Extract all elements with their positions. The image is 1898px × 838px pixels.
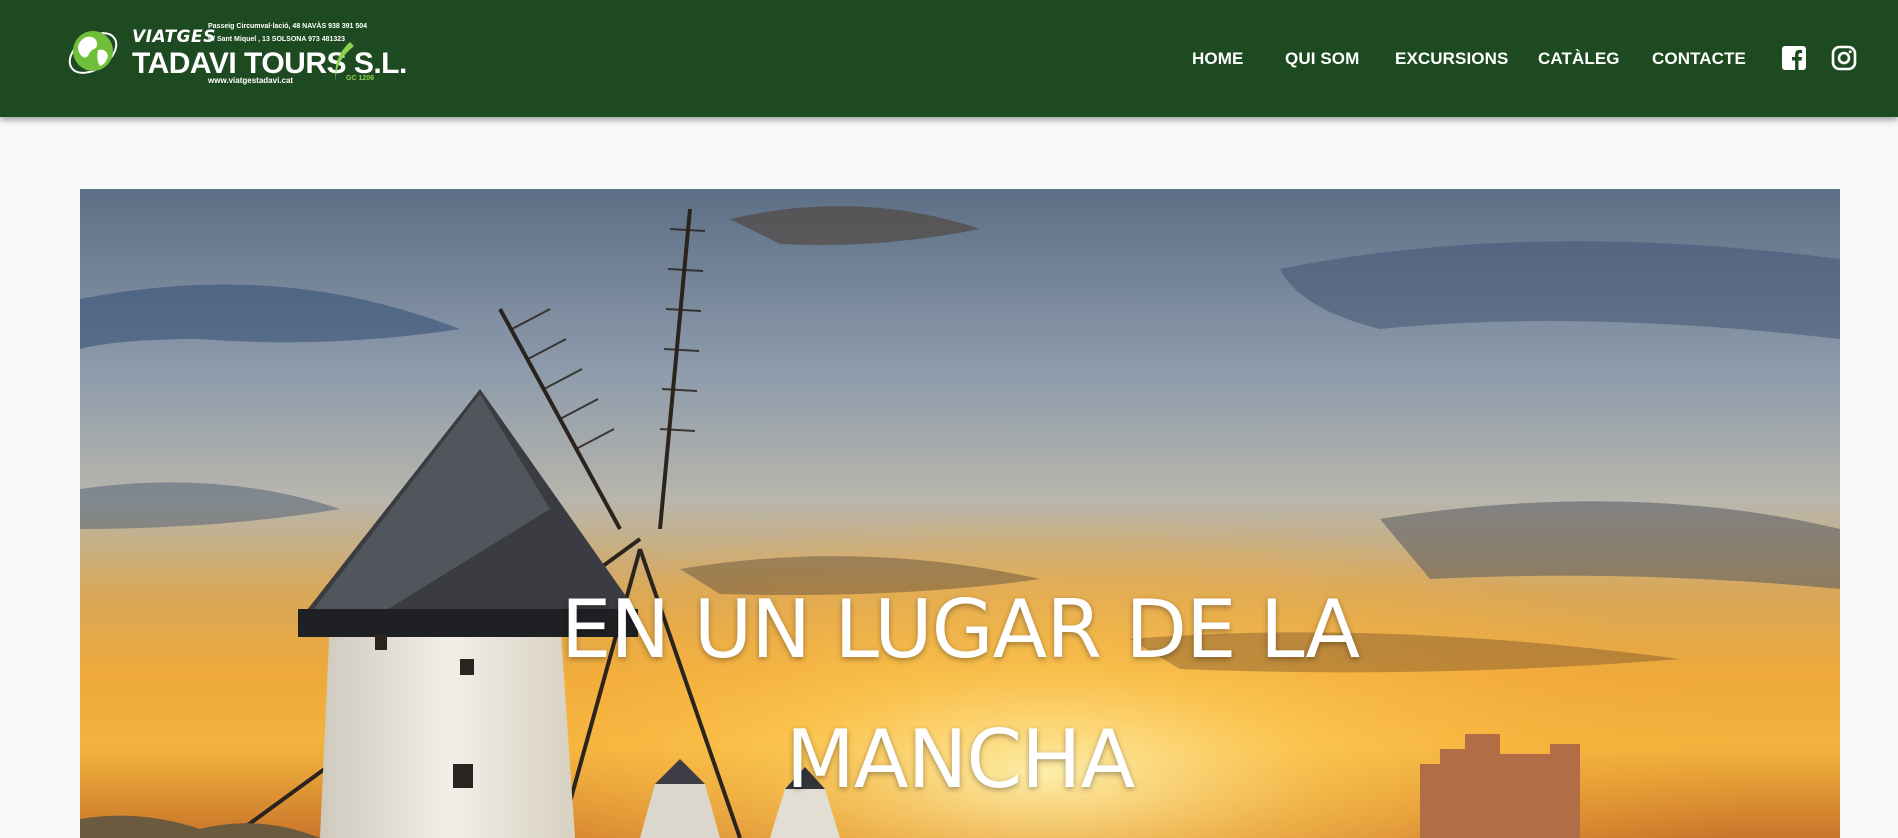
nav-item-cataleg[interactable]: CATÀLEG: [1538, 49, 1620, 69]
main-nav: HOME QUI SOM EXCURSIONS CATÀLEG CONTACTE: [0, 0, 1898, 117]
hero-banner: EN UN LUGAR DE LA MANCHA: [80, 189, 1840, 838]
facebook-icon[interactable]: [1781, 45, 1807, 71]
nav-item-home[interactable]: HOME: [1192, 49, 1243, 69]
instagram-icon[interactable]: [1831, 45, 1857, 71]
nav-item-excursions[interactable]: EXCURSIONS: [1395, 49, 1508, 69]
hero-title: EN UN LUGAR DE LA MANCHA: [560, 583, 1360, 806]
nav-item-contacte[interactable]: CONTACTE: [1652, 49, 1746, 69]
site-header: VIATGES Passeig Circumval·lació, 48 NAVÀ…: [0, 0, 1898, 117]
nav-item-qui-som[interactable]: QUI SOM: [1285, 49, 1359, 69]
